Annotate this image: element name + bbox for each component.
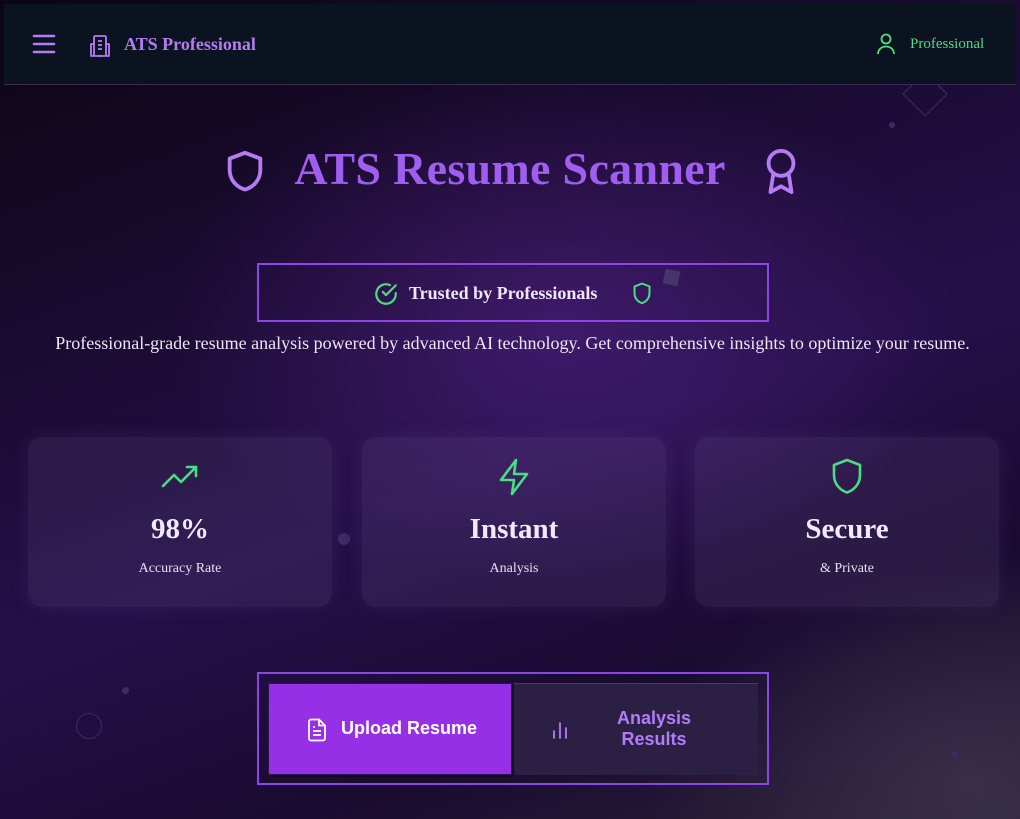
check-circle-icon bbox=[375, 283, 397, 305]
tab-label: Analysis Results bbox=[616, 708, 692, 749]
zap-icon bbox=[499, 458, 529, 496]
trending-up-icon bbox=[161, 465, 198, 488]
top-navbar: ATS Professional Professional bbox=[4, 4, 1016, 85]
tab-label: Upload Resume bbox=[341, 718, 478, 738]
stat-card-security: Secure & Private bbox=[695, 437, 999, 607]
page-title: ATS Resume Scanner bbox=[294, 143, 726, 194]
brand-name[interactable]: ATS Professional bbox=[124, 34, 256, 55]
decorative-dot bbox=[122, 687, 129, 694]
decorative-dot bbox=[889, 122, 895, 128]
tab-analysis-results[interactable]: Analysis Results bbox=[514, 683, 758, 775]
bar-chart-icon bbox=[553, 722, 567, 739]
trusted-badge: Trusted by Professionals bbox=[257, 263, 769, 322]
shield-icon bbox=[633, 282, 651, 305]
analysis-tabs: Upload Resume Analysis Results bbox=[257, 672, 769, 785]
file-text-icon bbox=[308, 718, 326, 742]
stat-card-accuracy: 98% Accuracy Rate bbox=[28, 437, 332, 607]
building-icon bbox=[90, 35, 110, 57]
hamburger-icon[interactable] bbox=[32, 33, 56, 55]
tab-upload-resume[interactable]: Upload Resume bbox=[268, 683, 512, 775]
decorative-dot bbox=[952, 751, 958, 757]
hero-description: Professional-grade resume analysis power… bbox=[55, 333, 970, 353]
stat-value: Instant bbox=[469, 513, 559, 545]
shield-icon bbox=[832, 458, 862, 494]
stat-value: 98% bbox=[151, 513, 209, 545]
badge-label: Trusted by Professionals bbox=[409, 283, 598, 303]
stat-label: Accuracy Rate bbox=[138, 561, 222, 576]
decorative-ring bbox=[76, 713, 102, 739]
stat-label: Analysis bbox=[489, 561, 539, 576]
stat-label: & Private bbox=[819, 561, 875, 576]
user-role-label[interactable]: Professional bbox=[910, 36, 984, 53]
stat-value: Secure bbox=[805, 513, 889, 545]
stat-card-speed: Instant Analysis bbox=[362, 437, 666, 607]
decorative-dot bbox=[338, 533, 350, 545]
award-icon bbox=[766, 148, 796, 194]
user-icon[interactable] bbox=[876, 33, 896, 55]
